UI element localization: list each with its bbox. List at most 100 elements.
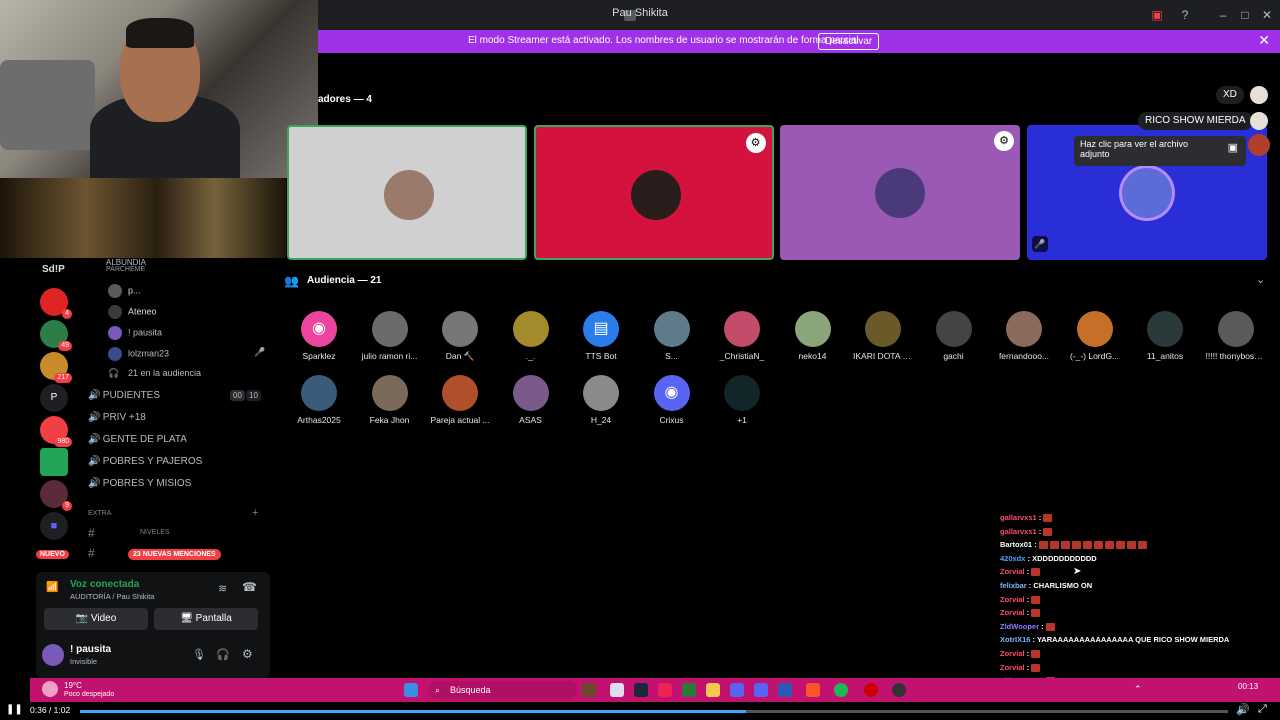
speaker-tile[interactable] bbox=[287, 125, 527, 260]
audience-member[interactable]: 11_anitos bbox=[1135, 311, 1195, 361]
mentions-pill[interactable]: 23 NUEVAS MENCIONES bbox=[128, 549, 221, 560]
progress-track[interactable] bbox=[80, 710, 1228, 713]
audience-member-name: neko14 bbox=[798, 351, 827, 361]
voice-status[interactable]: Voz conectada bbox=[70, 579, 139, 590]
taskbar-app-icon[interactable] bbox=[582, 683, 596, 697]
server-icon[interactable]: 9 bbox=[40, 480, 72, 511]
avatar[interactable] bbox=[42, 644, 64, 666]
taskbar-app-icon[interactable] bbox=[864, 683, 878, 697]
audience-member[interactable]: Feka Jhon bbox=[360, 375, 420, 425]
audience-member[interactable]: Pareja actual ... bbox=[430, 375, 490, 425]
taskbar-app-icon[interactable] bbox=[730, 683, 744, 697]
close-window-button[interactable]: ✕ bbox=[1258, 6, 1276, 24]
volume-icon[interactable]: 🔊 bbox=[1236, 703, 1250, 716]
video-button[interactable]: 📷 Video bbox=[44, 608, 148, 630]
folder-icon[interactable] bbox=[706, 683, 720, 697]
audience-member[interactable]: Dan 🔨 bbox=[430, 311, 490, 362]
channel-pobres-y-pajeros[interactable]: 🔊 POBRES Y PAJEROS bbox=[88, 456, 202, 467]
audience-member[interactable]: IKARI DOTA 5... bbox=[853, 311, 913, 361]
gear-icon[interactable]: ⚙ bbox=[242, 647, 253, 661]
steam-icon[interactable] bbox=[634, 683, 648, 697]
audience-member[interactable]: !!!!! thonyboss16 bbox=[1206, 311, 1266, 361]
audience-member[interactable]: ASAS bbox=[501, 375, 561, 425]
taskbar-app-icon[interactable] bbox=[778, 683, 792, 697]
taskbar-app-icon[interactable] bbox=[682, 683, 696, 697]
clock[interactable]: 00:13 bbox=[1238, 682, 1258, 691]
voice-user[interactable]: ! pausita bbox=[108, 326, 162, 340]
emote-icon bbox=[1082, 541, 1092, 550]
server-icon-creeper[interactable] bbox=[40, 448, 68, 476]
voice-user[interactable]: lolzman23 bbox=[108, 347, 169, 361]
chevron-down-icon[interactable]: ⌄ bbox=[1256, 273, 1265, 286]
minimize-button[interactable]: – bbox=[1214, 6, 1232, 24]
audience-member[interactable]: ◉ Crixus bbox=[642, 375, 702, 425]
discord-icon[interactable] bbox=[754, 683, 768, 697]
audience-member[interactable]: _ChristiaN_ bbox=[712, 311, 772, 361]
deactivate-streamer-button[interactable]: Desactivar bbox=[818, 33, 880, 50]
headphones-icon[interactable]: 🎧 bbox=[216, 648, 230, 661]
audience-member[interactable]: (-_-) LordG... bbox=[1065, 311, 1125, 361]
search-box[interactable]: ⌕ Búsqueda bbox=[428, 681, 578, 699]
audience-member[interactable]: H_24 bbox=[571, 375, 631, 425]
screen-share-button[interactable]: 🖥 Pantalla bbox=[154, 608, 258, 630]
audience-member[interactable]: S... bbox=[642, 311, 702, 361]
server-icon[interactable]: 217 bbox=[40, 352, 72, 383]
folder-icon[interactable]: ■ bbox=[40, 512, 68, 540]
signal-icon[interactable]: 📶 bbox=[46, 582, 58, 593]
chat-username: Zorvial bbox=[1000, 649, 1025, 658]
speaker-tile[interactable]: ⚙ bbox=[780, 125, 1020, 260]
taskbar-app-icon[interactable] bbox=[610, 683, 624, 697]
emote-icon bbox=[1060, 541, 1070, 550]
avatar bbox=[1217, 311, 1254, 347]
audience-member[interactable]: neko14 bbox=[783, 311, 843, 361]
audience-member[interactable]: Arthas2025 bbox=[289, 375, 349, 425]
float-tag-1: XD bbox=[1216, 86, 1244, 104]
spotify-icon[interactable] bbox=[834, 683, 848, 697]
weather-temp[interactable]: 19°C bbox=[64, 681, 82, 690]
person-hair bbox=[126, 18, 194, 48]
username[interactable]: ! pausita bbox=[70, 644, 111, 655]
close-icon[interactable]: ✕ bbox=[1258, 32, 1270, 49]
server-icon[interactable]: 49 bbox=[40, 320, 72, 351]
voice-user[interactable]: Ateneo bbox=[108, 305, 157, 319]
gear-icon[interactable]: ⚙ bbox=[745, 133, 766, 153]
channel-pudientes[interactable]: 🔊 PUDIENTES bbox=[88, 390, 160, 401]
speaker-tile[interactable]: ⚙ bbox=[533, 125, 774, 260]
audience-member[interactable]: ._. bbox=[501, 311, 561, 361]
attachment-tooltip[interactable]: Haz clic para ver el archivo adjunto ▣ bbox=[1074, 136, 1246, 166]
fullscreen-icon[interactable]: ⤢ bbox=[1258, 703, 1267, 716]
category-extra[interactable]: EXTRA bbox=[88, 510, 111, 517]
voice-location[interactable]: AUDITORÍA / Pau Shikita bbox=[70, 592, 154, 601]
voice-user[interactable]: p... bbox=[108, 284, 141, 298]
add-channel-icon[interactable]: + bbox=[252, 507, 258, 519]
audience-member[interactable]: julio ramon ri... bbox=[360, 311, 420, 361]
gear-icon[interactable]: ⚙ bbox=[994, 131, 1014, 151]
chevron-up-icon[interactable]: ⌃ bbox=[1134, 684, 1142, 695]
obs-icon[interactable] bbox=[892, 683, 906, 697]
new-pill[interactable]: NUEVO bbox=[36, 550, 69, 559]
channel-priv[interactable]: 🔊 PRIV +18 bbox=[88, 412, 146, 423]
audience-member[interactable]: +1 bbox=[712, 375, 772, 425]
avatar bbox=[724, 311, 760, 347]
server-icon[interactable]: 4 bbox=[40, 288, 72, 319]
brave-icon[interactable] bbox=[806, 683, 820, 697]
server-icon-p[interactable]: P bbox=[40, 384, 68, 412]
server-icon[interactable]: 980 bbox=[40, 416, 72, 447]
noise-suppression-icon[interactable]: ≋ bbox=[218, 582, 227, 595]
audience-member[interactable]: ◉ Sparklez bbox=[289, 311, 349, 361]
taskbar-app-icon[interactable] bbox=[658, 683, 672, 697]
disconnect-icon[interactable]: ☎ bbox=[242, 580, 257, 594]
help-icon[interactable]: ? bbox=[1176, 6, 1194, 24]
audience-count-line[interactable]: 🎧 21 en la audiencia bbox=[108, 368, 201, 379]
screen-share-icon[interactable]: ▣ bbox=[1148, 6, 1166, 24]
windows-start-icon[interactable] bbox=[404, 683, 418, 697]
audience-member[interactable]: gachi bbox=[924, 311, 984, 361]
maximize-button[interactable]: □ bbox=[1236, 6, 1254, 24]
channel-niveles[interactable]: NIVELES bbox=[140, 529, 170, 536]
microphone-icon[interactable]: 🎙 bbox=[192, 648, 206, 661]
channel-gente-de-plata[interactable]: 🔊 GENTE DE PLATA bbox=[88, 434, 187, 445]
audience-member[interactable]: ▤ TTS Bot bbox=[571, 311, 631, 361]
audience-member[interactable]: fernandooo... bbox=[994, 311, 1054, 361]
channel-pobres-y-misios[interactable]: 🔊 POBRES Y MISIOS bbox=[88, 478, 191, 489]
pause-icon[interactable]: ❚❚ bbox=[6, 704, 23, 715]
